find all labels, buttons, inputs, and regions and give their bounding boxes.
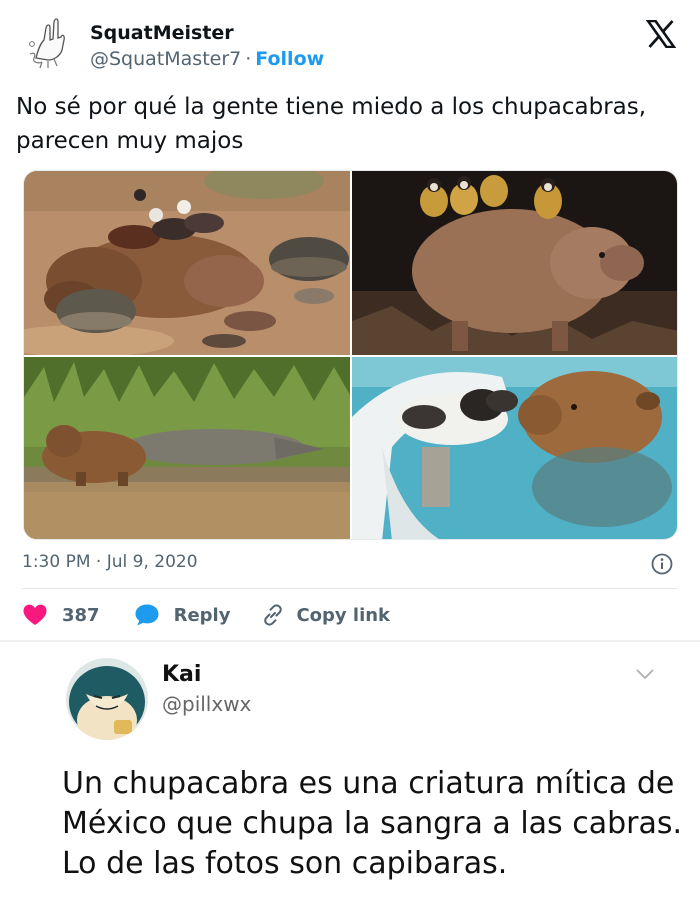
user-handle[interactable]: @SquatMaster7 — [90, 48, 241, 70]
reply-card: Kai @pillxwx Un chupacabra es una criatu… — [0, 642, 700, 911]
reply-bubble-icon — [135, 604, 159, 626]
media-grid[interactable] — [23, 170, 678, 540]
capybara-with-monkeys-photo[interactable] — [352, 171, 677, 355]
like-button[interactable]: 387 — [22, 603, 100, 627]
tweet-card: SquatMeister @SquatMaster7 · Follow No sé … — [0, 0, 700, 640]
capybara-with-ducks-and-turtles-photo[interactable] — [24, 171, 350, 355]
copy-link-button[interactable]: Copy link — [260, 602, 390, 628]
reply-text: Un chupacabra es una criatura mítica de … — [62, 766, 683, 881]
link-icon — [264, 604, 283, 626]
copy-link-label: Copy link — [296, 604, 391, 626]
tweet-actions: 387 Reply Copy link — [22, 598, 390, 632]
reply-user-avatar[interactable] — [66, 658, 148, 740]
reply-handle[interactable]: @pillxwx — [162, 692, 251, 716]
heart-icon — [23, 604, 47, 625]
capybara-with-rat-in-pool-photo[interactable] — [352, 357, 677, 539]
reply-button[interactable]: Reply — [134, 603, 231, 627]
separator-dot: · — [245, 48, 252, 70]
divider — [22, 588, 678, 589]
like-count: 387 — [62, 604, 100, 626]
info-icon[interactable] — [651, 553, 673, 575]
reply-label: Reply — [173, 604, 231, 626]
reply-display-name[interactable]: Kai — [162, 662, 201, 687]
x-logo-icon[interactable] — [645, 19, 677, 49]
handle-row: @SquatMaster7 · Follow — [90, 48, 324, 70]
tweet-timestamp[interactable]: 1:30 PM · Jul 9, 2020 — [22, 552, 198, 572]
user-display-name[interactable]: SquatMeister — [90, 22, 234, 44]
chevron-down-icon[interactable] — [634, 666, 656, 682]
tweet-text: No sé por qué la gente tiene miedo a los… — [16, 94, 647, 154]
follow-button[interactable]: Follow — [255, 48, 324, 70]
capybara-with-caiman-photo[interactable] — [24, 357, 350, 539]
user-avatar[interactable] — [22, 14, 78, 70]
